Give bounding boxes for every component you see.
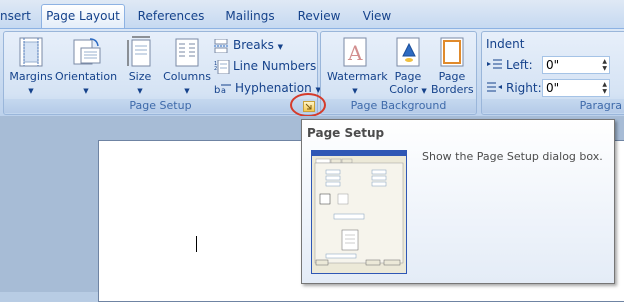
page-color-label-2-text: Color xyxy=(389,83,418,96)
line-numbers-icon: 1 2 xyxy=(214,59,230,74)
group-paragraph: Indent Left: 0" ▲ ▼ Right: 0" ▲ ▼ Paragra xyxy=(481,31,624,115)
orientation-button[interactable]: Orientation ▼ xyxy=(54,36,118,96)
spinner-icon[interactable]: ▲ ▼ xyxy=(602,81,607,95)
group-label-page-setup: Page Setup xyxy=(4,99,317,113)
page-color-button[interactable]: Page Color ▼ xyxy=(389,36,427,98)
svg-text:2: 2 xyxy=(214,66,217,72)
tab-insert[interactable]: nsert xyxy=(0,6,31,26)
chevron-down-icon: ▼ xyxy=(184,87,190,95)
tab-view[interactable]: View xyxy=(358,6,396,26)
text-cursor xyxy=(196,236,197,252)
svg-text:A: A xyxy=(347,41,363,65)
tooltip-title: Page Setup xyxy=(307,126,385,140)
columns-label: Columns xyxy=(163,70,211,83)
tab-page-layout[interactable]: Page Layout xyxy=(41,4,125,28)
chevron-down-icon: ▼ xyxy=(137,87,143,95)
indent-left-icon xyxy=(487,59,502,69)
hyphenation-label: Hyphenation xyxy=(235,81,312,95)
highlight-ring xyxy=(290,93,326,117)
watermark-icon: A xyxy=(343,37,367,67)
chevron-down-icon: ▼ xyxy=(83,87,89,95)
size-button[interactable]: Size ▼ xyxy=(120,36,160,96)
tab-review[interactable]: Review xyxy=(294,6,344,26)
indent-right-icon xyxy=(487,82,502,92)
indent-right-field[interactable]: 0" ▲ ▼ xyxy=(542,79,610,97)
svg-text:a: a xyxy=(221,86,226,95)
page-color-label-2: Color ▼ xyxy=(389,83,427,98)
tab-mailings[interactable]: Mailings xyxy=(222,6,278,26)
indent-left-value: 0" xyxy=(546,58,560,72)
chevron-down-icon: ▼ xyxy=(352,87,358,95)
tooltip-description: Show the Page Setup dialog box. xyxy=(422,150,603,163)
orientation-label: Orientation xyxy=(54,70,118,83)
columns-icon xyxy=(175,38,199,67)
page-size-icon xyxy=(127,36,151,67)
spinner-icon[interactable]: ▲ ▼ xyxy=(602,58,607,72)
chevron-down-icon: ▼ xyxy=(277,43,284,51)
line-numbers-button[interactable]: 1 2 Line Numbers ▼ xyxy=(214,57,326,75)
dialog-preview-icon xyxy=(314,158,404,266)
page-borders-label-1: Page xyxy=(438,70,466,83)
chevron-down-icon: ▼ xyxy=(28,87,34,95)
hyphenation-icon: b a xyxy=(214,84,231,96)
breaks-label: Breaks xyxy=(233,38,274,52)
indent-left-field[interactable]: 0" ▲ ▼ xyxy=(542,56,610,74)
chevron-down-icon: ▼ xyxy=(421,87,427,95)
svg-text:b: b xyxy=(214,85,220,96)
page-borders-label-2: Borders xyxy=(431,83,474,96)
indent-title: Indent xyxy=(486,37,525,51)
page-setup-tooltip: Page Setup Show the Page Setup dialog bo… xyxy=(301,119,615,284)
page-color-icon xyxy=(396,37,420,67)
page-borders-icon xyxy=(440,37,464,67)
margins-icon xyxy=(19,37,43,67)
watermark-label: Watermark xyxy=(327,70,388,83)
columns-button[interactable]: Columns ▼ xyxy=(162,36,212,96)
page-color-label-1: Page xyxy=(394,70,422,83)
page-setup-dialog-thumbnail xyxy=(311,150,407,274)
group-label-page-background: Page Background xyxy=(321,99,476,113)
indent-right-value: 0" xyxy=(546,81,560,95)
tab-references[interactable]: References xyxy=(134,6,208,26)
ribbon-tab-bar: nsert Page Layout References Mailings Re… xyxy=(0,0,624,28)
page-borders-button[interactable]: Page Borders xyxy=(431,36,474,96)
line-numbers-label: Line Numbers xyxy=(233,59,317,73)
margins-label: Margins xyxy=(9,70,53,83)
breaks-icon xyxy=(214,38,228,53)
indent-left-label: Left: xyxy=(506,58,533,72)
margins-button[interactable]: Margins ▼ xyxy=(7,36,55,96)
watermark-button[interactable]: A Watermark ▼ xyxy=(327,36,388,96)
group-page-setup: Margins ▼ Orientation ▼ Size ▼ Columns ▼… xyxy=(3,31,326,115)
orientation-icon xyxy=(73,38,101,65)
size-label: Size xyxy=(128,70,152,83)
group-page-background: A Watermark ▼ Page Color ▼ Page Borders … xyxy=(320,31,477,115)
group-label-paragraph: Paragra xyxy=(482,99,624,113)
indent-right-label: Right: xyxy=(506,81,542,95)
breaks-button[interactable]: Breaks ▼ xyxy=(214,36,283,54)
